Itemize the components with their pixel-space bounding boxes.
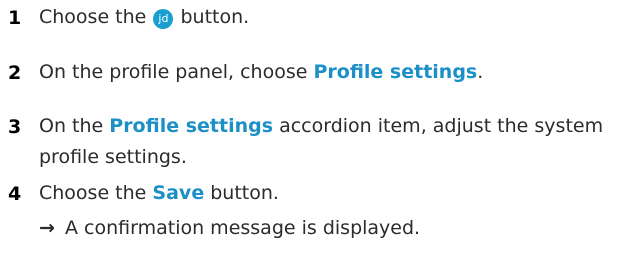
ui-element-reference: Profile settings: [109, 115, 274, 137]
step-text-before: Choose the: [39, 6, 147, 28]
step-number: 4: [8, 183, 22, 205]
step-text-after: button.: [210, 182, 279, 204]
step-number: 3: [8, 116, 22, 138]
step-number: 2: [8, 62, 22, 84]
step-text-before: On the: [39, 115, 104, 137]
right-arrow-icon: →: [39, 217, 55, 239]
step-text-before: On the profile panel, choose: [39, 61, 308, 83]
step-text: On the profile panel, choose Profile set…: [39, 57, 616, 88]
user-avatar-icon: jd: [153, 9, 174, 29]
step-result: → A confirmation message is displayed.: [39, 216, 616, 240]
step-text-before: Choose the: [39, 182, 147, 204]
step-text-after: .: [477, 61, 484, 83]
ui-element-reference: Profile settings: [313, 61, 478, 83]
step-text: Choose the Save button.: [39, 178, 616, 209]
result-text: A confirmation message is displayed.: [65, 217, 421, 239]
step-text: Choose the jd button.: [39, 2, 616, 33]
step-text-after: button.: [180, 6, 250, 28]
step-number: 1: [8, 7, 22, 29]
ui-element-reference: Save: [152, 182, 205, 204]
step-text: On the Profile settings accordion item, …: [39, 111, 616, 173]
